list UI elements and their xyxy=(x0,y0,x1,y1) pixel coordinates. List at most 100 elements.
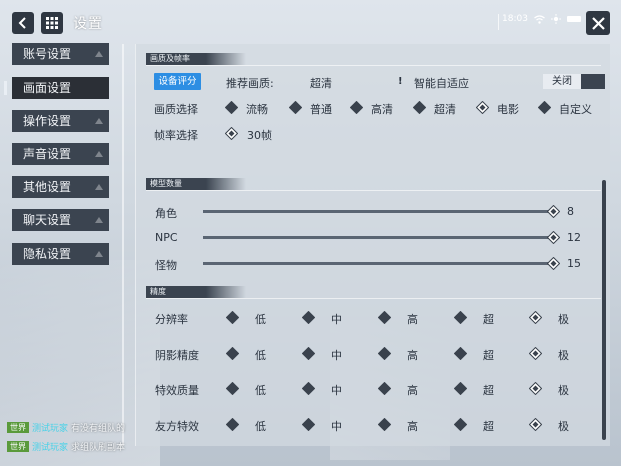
triangle-icon xyxy=(95,217,103,223)
triangle-icon xyxy=(95,151,103,157)
recommended-value: 超清 xyxy=(310,77,332,90)
scrollbar[interactable] xyxy=(602,180,606,440)
detail-option-radio[interactable] xyxy=(302,382,315,395)
menu-grid-button[interactable] xyxy=(41,12,63,34)
detail-option-label: 中 xyxy=(331,349,342,362)
sidebar-item-display[interactable]: 画面设置 xyxy=(12,77,109,99)
slider-label: 角色 xyxy=(155,207,177,220)
detail-option-radio[interactable] xyxy=(302,311,315,324)
sidebar-item-label: 聊天设置 xyxy=(23,213,72,227)
slider-handle[interactable] xyxy=(547,257,560,270)
detail-option-radio[interactable] xyxy=(226,382,239,395)
detail-option-label: 超 xyxy=(483,349,494,362)
wifi-icon xyxy=(534,14,545,24)
adaptive-label: 智能自适应 xyxy=(414,77,469,90)
detail-option-radio[interactable] xyxy=(226,347,239,360)
detail-option-radio[interactable] xyxy=(454,347,467,360)
adaptive-toggle[interactable]: 关闭 xyxy=(543,74,605,89)
quality-option-radio[interactable] xyxy=(289,101,302,114)
slider-handle[interactable] xyxy=(547,205,560,218)
sidebar-item-label: 隐私设置 xyxy=(23,247,72,261)
grid-icon xyxy=(46,17,58,29)
back-button[interactable] xyxy=(12,12,34,34)
quality-option-radio[interactable] xyxy=(476,101,489,114)
quality-option-label: 电影 xyxy=(497,103,519,116)
sidebar-separator xyxy=(122,44,124,446)
slider-fill xyxy=(203,236,553,239)
detail-option-radio[interactable] xyxy=(226,311,239,324)
detail-row-label: 分辨率 xyxy=(155,313,188,326)
sidebar-item-other[interactable]: 其他设置 xyxy=(12,176,109,198)
detail-option-label: 低 xyxy=(255,384,266,397)
detail-option-radio[interactable] xyxy=(378,311,391,324)
triangle-icon xyxy=(95,251,103,257)
active-indicator xyxy=(4,81,7,95)
sidebar-item-controls[interactable]: 操作设置 xyxy=(12,110,109,132)
quality-option-radio[interactable] xyxy=(538,101,551,114)
quality-option-label: 高清 xyxy=(371,103,393,116)
quality-option-radio[interactable] xyxy=(225,101,238,114)
detail-option-label: 超 xyxy=(483,313,494,326)
device-score-button[interactable]: 设备评分 xyxy=(154,73,201,90)
detail-option-radio[interactable] xyxy=(454,418,467,431)
detail-option-label: 高 xyxy=(407,384,418,397)
detail-option-label: 极 xyxy=(558,313,569,326)
detail-option-radio[interactable] xyxy=(226,418,239,431)
quality-option-radio[interactable] xyxy=(350,101,363,114)
detail-option-radio[interactable] xyxy=(454,311,467,324)
slider-handle[interactable] xyxy=(547,231,560,244)
sidebar-item-chat[interactable]: 聊天设置 xyxy=(12,209,109,231)
fps-option-label: 30帧 xyxy=(247,129,272,142)
section-divider xyxy=(146,298,601,299)
sidebar-item-label: 画面设置 xyxy=(23,81,72,95)
slider-fill xyxy=(203,210,553,213)
sidebar-item-account[interactable]: 账号设置 xyxy=(12,43,109,65)
clock: 18:03 xyxy=(502,14,528,24)
detail-option-radio[interactable] xyxy=(529,347,542,360)
channel-tag: 世界 xyxy=(7,422,29,433)
close-button[interactable] xyxy=(586,11,610,35)
sidebar-item-label: 账号设置 xyxy=(23,47,72,61)
recommended-label: 推荐画质: xyxy=(226,77,274,90)
detail-option-label: 极 xyxy=(558,384,569,397)
brightness-icon xyxy=(550,14,561,24)
detail-option-radio[interactable] xyxy=(529,311,542,324)
chat-sender: 测试玩家 xyxy=(32,443,69,453)
chat-message: 世界 测试玩家 求组队刷副本 xyxy=(7,440,125,453)
detail-option-label: 高 xyxy=(407,420,418,433)
quality-option-label: 超清 xyxy=(434,103,456,116)
detail-option-label: 中 xyxy=(331,313,342,326)
section-header-detail: 精度 xyxy=(146,286,246,298)
sidebar-item-sound[interactable]: 声音设置 xyxy=(12,143,109,165)
fps-option-radio[interactable] xyxy=(225,127,238,140)
detail-option-radio[interactable] xyxy=(529,382,542,395)
detail-option-radio[interactable] xyxy=(378,418,391,431)
detail-option-radio[interactable] xyxy=(454,382,467,395)
detail-row-label: 特效质量 xyxy=(155,384,199,397)
sidebar-item-label: 声音设置 xyxy=(23,147,72,161)
detail-option-radio[interactable] xyxy=(378,382,391,395)
battery-icon xyxy=(566,16,581,22)
triangle-icon xyxy=(95,118,103,124)
detail-option-radio[interactable] xyxy=(302,347,315,360)
detail-option-label: 超 xyxy=(483,384,494,397)
status-divider xyxy=(498,14,499,30)
warning-icon: ! xyxy=(398,76,403,87)
detail-option-label: 高 xyxy=(407,349,418,362)
detail-option-radio[interactable] xyxy=(529,418,542,431)
status-bar: 18:03 xyxy=(502,14,581,24)
detail-option-label: 低 xyxy=(255,349,266,362)
detail-option-radio[interactable] xyxy=(378,347,391,360)
section-header-models: 模型数量 xyxy=(146,178,246,190)
sidebar-item-privacy[interactable]: 隐私设置 xyxy=(12,243,109,265)
slider-value: 12 xyxy=(567,231,581,244)
detail-option-radio[interactable] xyxy=(302,418,315,431)
section-header-quality: 画质及帧率 xyxy=(146,53,246,65)
quality-option-radio[interactable] xyxy=(413,101,426,114)
chat-message: 世界 测试玩家 有没有组队的 xyxy=(7,421,125,434)
quality-option-label: 普通 xyxy=(310,103,332,116)
chat-sender: 测试玩家 xyxy=(32,424,69,434)
chat-text: 有没有组队的 xyxy=(71,424,126,434)
quality-option-label: 流畅 xyxy=(246,103,268,116)
sidebar-item-label: 操作设置 xyxy=(23,114,72,128)
